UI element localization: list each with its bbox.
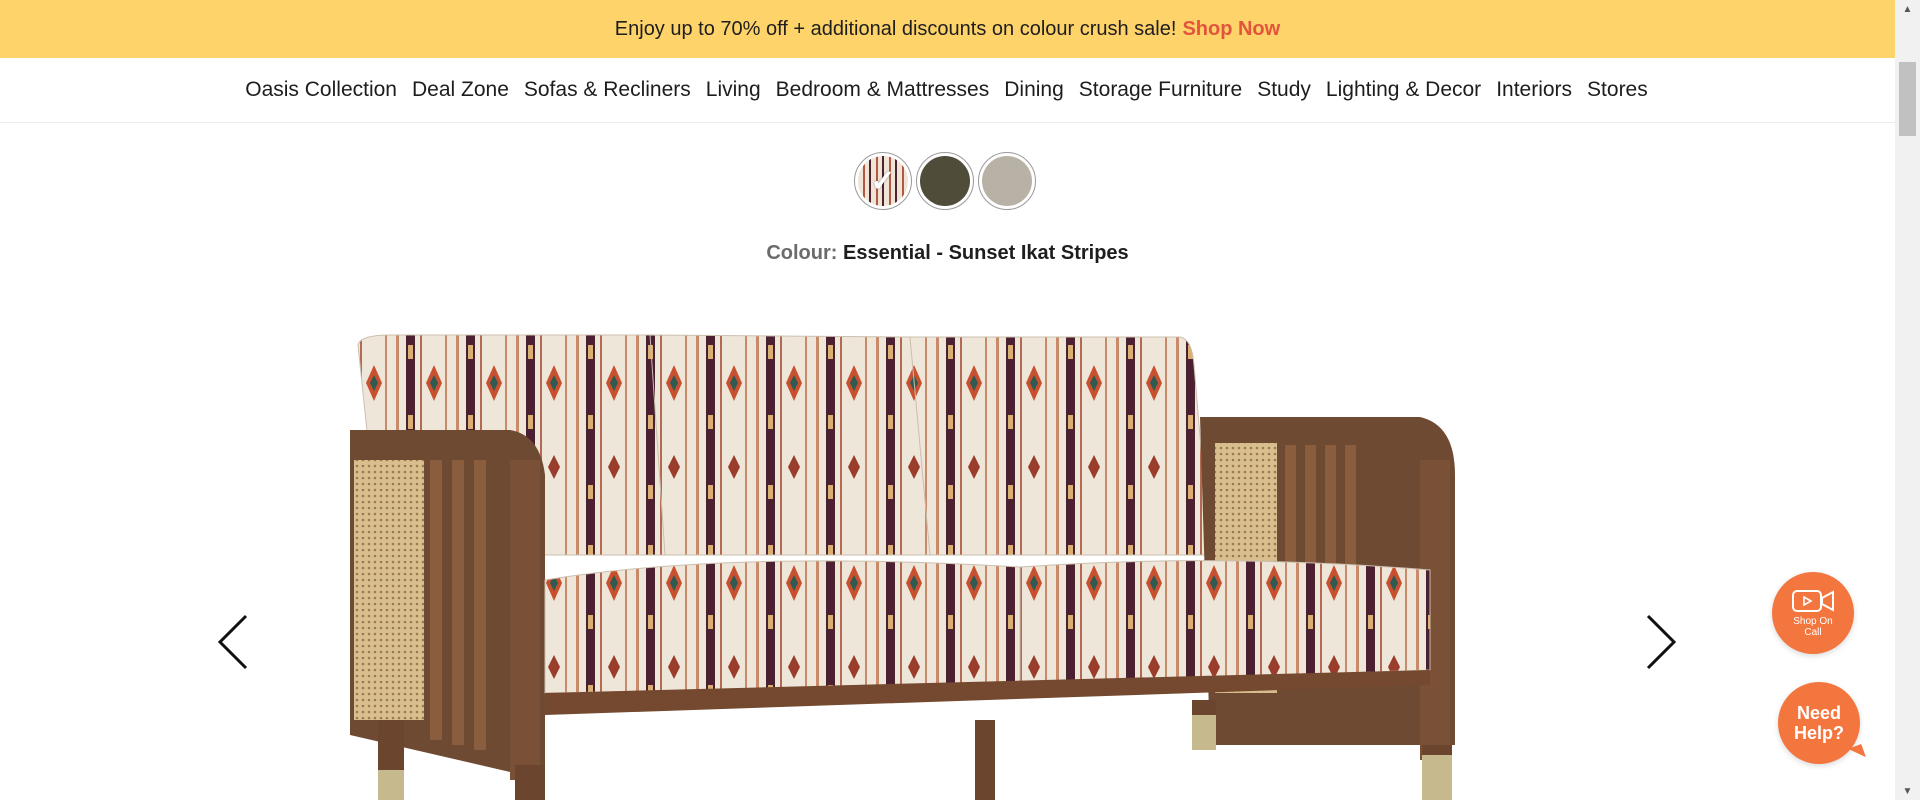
main-nav: Oasis Collection Deal Zone Sofas & Recli…	[0, 58, 1895, 123]
swatch-olive[interactable]	[916, 152, 974, 210]
nav-item-lighting-decor[interactable]: Lighting & Decor	[1326, 78, 1481, 102]
swatch-sunset-ikat-stripes[interactable]: ✓	[854, 152, 912, 210]
product-image-sofa	[350, 334, 1455, 800]
nav-item-study[interactable]: Study	[1257, 78, 1311, 102]
nav-item-living[interactable]: Living	[706, 78, 761, 102]
chevron-left-icon[interactable]	[214, 612, 254, 672]
swatch-fill	[982, 156, 1032, 206]
need-help-button[interactable]: Need Help?	[1778, 682, 1860, 764]
video-camera-icon	[1792, 590, 1834, 612]
nav-item-dining[interactable]: Dining	[1004, 78, 1064, 102]
check-icon: ✓	[870, 164, 896, 198]
nav-item-storage-furniture[interactable]: Storage Furniture	[1079, 78, 1242, 102]
colour-value: Essential - Sunset Ikat Stripes	[843, 242, 1129, 264]
promo-banner: Enjoy up to 70% off + additional discoun…	[0, 0, 1895, 58]
nav-item-deal-zone[interactable]: Deal Zone	[412, 78, 509, 102]
product-page: Enjoy up to 70% off + additional discoun…	[0, 0, 1895, 800]
scroll-up-icon[interactable]: ▲	[1895, 0, 1920, 18]
chevron-right-icon[interactable]	[1640, 612, 1680, 672]
nav-item-oasis-collection[interactable]: Oasis Collection	[245, 78, 397, 102]
nav-item-interiors[interactable]: Interiors	[1496, 78, 1572, 102]
nav-item-stores[interactable]: Stores	[1587, 78, 1648, 102]
swatch-fill: ✓	[858, 156, 908, 206]
swatch-grey[interactable]	[978, 152, 1036, 210]
need-help-label: Need Help?	[1793, 703, 1844, 743]
colour-key: Colour:	[766, 242, 838, 264]
nav-item-bedroom-mattresses[interactable]: Bedroom & Mattresses	[776, 78, 990, 102]
scrollbar[interactable]: ▲ ▼	[1895, 0, 1920, 800]
shop-on-call-button[interactable]: Shop On Call	[1772, 572, 1854, 654]
scroll-thumb[interactable]	[1899, 62, 1916, 136]
shop-now-link[interactable]: Shop Now	[1182, 18, 1280, 41]
nav-item-sofas-recliners[interactable]: Sofas & Recliners	[524, 78, 691, 102]
colour-label: Colour: Essential - Sunset Ikat Stripes	[0, 242, 1895, 265]
promo-text: Enjoy up to 70% off + additional discoun…	[614, 17, 1177, 40]
scroll-down-icon[interactable]: ▼	[1895, 782, 1920, 800]
shop-on-call-label: Shop On Call	[1793, 616, 1833, 638]
colour-swatches: ✓	[854, 152, 1036, 210]
swatch-fill	[920, 156, 970, 206]
nav-list: Oasis Collection Deal Zone Sofas & Recli…	[245, 78, 1648, 102]
